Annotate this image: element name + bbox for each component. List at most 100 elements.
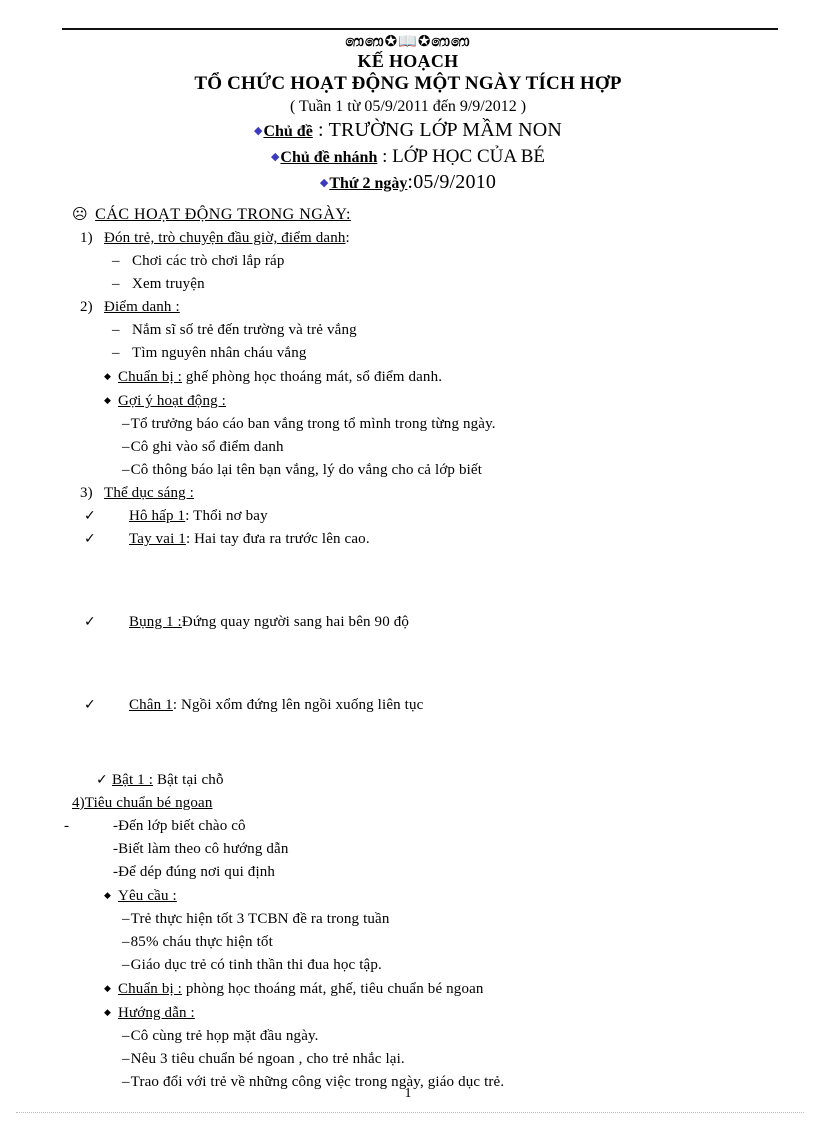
diamond-icon: ◆: [270, 151, 280, 163]
dash-text: Chơi các trò chơi lắp ráp: [132, 253, 285, 269]
list-item: ✓ Bụng 1 :Đứng quay người sang hai bên 90…: [84, 611, 816, 634]
day-value: 05/9/2010: [413, 171, 497, 193]
list-item: –Nêu 3 tiêu chuẩn bé ngoan , cho trẻ nhắ…: [122, 1048, 816, 1071]
dash-marker: –: [122, 934, 130, 950]
subtheme-value: LỚP HỌC CỦA BÉ: [392, 146, 546, 167]
dash-marker: -: [64, 818, 70, 834]
small-diamond-icon: ◆: [104, 395, 112, 405]
check-text: : Hai tay đưa ra trước lên cao.: [185, 531, 370, 547]
list-item: ◆ Chuẩn bị : ghế phòng học thoáng mát, sổ…: [104, 365, 816, 389]
day-label: Thứ 2 ngày: [329, 175, 408, 192]
list-item: –Cô thông báo lại tên bạn vắng, lý do vắ…: [122, 459, 816, 482]
checkmark-icon: ✓: [96, 772, 108, 788]
blank-space: [0, 717, 816, 769]
list-item: 1) Đón trẻ, trò chuyện đầu giờ, điểm danh…: [80, 227, 816, 250]
list-item: –Cô cùng trẻ họp mặt đầu ngày.: [122, 1025, 816, 1048]
sub-text: Cô thông báo lại tên bạn vắng, lý do vắn…: [130, 462, 483, 478]
check-text: Bật tại chỗ: [153, 772, 224, 788]
list-item: 2) Điểm danh :: [80, 296, 816, 319]
item-title: Tiêu chuẩn bé ngoan: [84, 795, 213, 811]
dash-text: Nắm sĩ số trẻ đến trường và trẻ vắng: [132, 322, 357, 338]
dash-marker: –: [112, 322, 120, 338]
dash-marker: –: [112, 345, 120, 361]
item-title: Đón trẻ, trò chuyện đầu giờ, điểm danh: [104, 230, 346, 246]
sub-text: Giáo dục trẻ có tinh thần thi đua học tậ…: [130, 957, 382, 973]
document-body: ෩෩✪📖✪෩෩ KẾ HOẠCH TỔ CHỨC HOẠT ĐỘNG MỘT N…: [0, 30, 816, 1094]
sub-text: Nêu 3 tiêu chuẩn bé ngoan , cho trẻ nhắc…: [130, 1051, 405, 1067]
list-item: –Tổ trưởng báo cáo ban vắng trong tổ mìn…: [122, 413, 816, 436]
ornament-decoration: ෩෩✪📖✪෩෩: [345, 32, 471, 50]
diamond-icon: ◆: [319, 177, 329, 189]
plain-text: -Biết làm theo cô hướng dẫn: [113, 841, 289, 857]
checkmark-icon: ✓: [84, 508, 96, 524]
list-item: – Tìm nguyên nhân cháu vắng: [112, 342, 816, 365]
small-diamond-icon: ◆: [104, 371, 112, 381]
page-number: 1: [404, 1086, 412, 1101]
sub-text: Cô ghi vào sổ điểm danh: [130, 439, 284, 455]
bullet-label: Gợi ý hoạt động :: [118, 393, 226, 409]
bullet-label: Chuẩn bị :: [118, 981, 182, 997]
page-title: KẾ HOẠCH: [357, 51, 459, 71]
item-number: 4): [72, 795, 85, 811]
check-text: Đứng quay người sang hai bên 90 độ: [181, 614, 410, 630]
small-diamond-icon: ◆: [104, 1007, 112, 1017]
item-number: 3): [80, 485, 93, 501]
blank-space: [0, 634, 816, 694]
list-item: ✓ Hô hấp 1: Thổi nơ bay: [84, 505, 816, 528]
theme-line: ◆Chủ đề : TRƯỜNG LỚP MẦM NON: [253, 119, 562, 141]
check-label: Bụng 1 :: [129, 614, 182, 630]
bullet-text: ghế phòng học thoáng mát, sổ điểm danh.: [182, 369, 443, 385]
document-page: ෩෩✪📖✪෩෩ KẾ HOẠCH TỔ CHỨC HOẠT ĐỘNG MỘT N…: [0, 0, 816, 1123]
small-diamond-icon: ◆: [104, 983, 112, 993]
subtheme-line: ◆Chủ đề nhánh : LỚP HỌC CỦA BÉ: [270, 146, 546, 167]
dash-marker: –: [112, 253, 120, 269]
check-label: Hô hấp 1: [129, 508, 186, 524]
week-range: ( Tuần 1 từ 05/9/2011 đến 9/9/2012 ): [289, 98, 527, 115]
sub-text: Cô cùng trẻ họp mặt đầu ngày.: [130, 1028, 319, 1044]
list-item: ✓ Tay vai 1: Hai tay đưa ra trước lên cao…: [84, 528, 816, 551]
footer-rule: [16, 1112, 804, 1113]
list-item: –Giáo dục trẻ có tinh thần thi đua học t…: [122, 954, 816, 977]
sub-text: 85% cháu thực hiện tốt: [130, 934, 273, 950]
list-item: ◆ Hướng dẫn :: [104, 1001, 816, 1025]
dash-marker: –: [122, 1028, 130, 1044]
list-item: ◆ Yêu cầu :: [104, 884, 816, 908]
list-item: –Trẻ thực hiện tốt 3 TCBN đề ra trong tu…: [122, 908, 816, 931]
theme-label: Chủ đề: [263, 123, 313, 140]
dash-marker: –: [122, 1051, 130, 1067]
bullet-label: Yêu cầu :: [118, 888, 177, 904]
dash-text: Tìm nguyên nhân cháu vắng: [132, 345, 307, 361]
list-item: ◆ Gợi ý hoạt động :: [104, 389, 816, 413]
check-text: : Ngồi xổm đứng lên ngồi xuống liên tục: [172, 697, 424, 713]
item-number: 1): [80, 230, 93, 246]
check-label: Bật 1 :: [112, 772, 154, 788]
plain-text: -Đến lớp biết chào cô: [113, 818, 246, 834]
dash-marker: –: [122, 911, 130, 927]
activities-heading-text: CÁC HOẠT ĐỘNG TRONG NGÀY:: [95, 206, 351, 223]
check-text: : Thổi nơ bay: [185, 508, 268, 524]
plain-text: -Để dép đúng nơi qui định: [113, 864, 276, 880]
dash-marker: –: [112, 276, 120, 292]
list-item: ◆ Chuẩn bị : phòng học thoáng mát, ghế, t…: [104, 977, 816, 1001]
day-line: ◆Thứ 2 ngày:05/9/2010: [319, 171, 497, 193]
frowning-face-icon: ☹: [72, 205, 89, 223]
sub-text: Tổ trưởng báo cáo ban vắng trong tổ mình…: [130, 416, 496, 432]
item-number: 2): [80, 299, 93, 315]
item-title: Thể dục sáng :: [104, 485, 194, 501]
list-item: – Nắm sĩ số trẻ đến trường và trẻ vắng: [112, 319, 816, 342]
list-item: -Biết làm theo cô hướng dẫn: [113, 838, 816, 861]
subtheme-label: Chủ đề nhánh: [280, 149, 378, 166]
list-item: ✓ Chân 1: Ngồi xổm đứng lên ngồi xuống li…: [84, 694, 816, 717]
blank-space: [0, 551, 816, 611]
checkmark-icon: ✓: [84, 697, 96, 713]
dash-marker: –: [122, 439, 130, 455]
dash-marker: –: [122, 416, 130, 432]
sub-text: Trẻ thực hiện tốt 3 TCBN đề ra trong tuầ…: [130, 911, 390, 927]
list-item: -Để dép đúng nơi qui định: [113, 861, 816, 884]
list-item: 3) Thể dục sáng :: [80, 482, 816, 505]
diamond-icon: ◆: [253, 125, 263, 137]
bullet-label: Hướng dẫn :: [118, 1005, 195, 1021]
dash-marker: –: [122, 462, 130, 478]
list-item: –85% cháu thực hiện tốt: [122, 931, 816, 954]
list-item: –Cô ghi vào sổ điểm danh: [122, 436, 816, 459]
